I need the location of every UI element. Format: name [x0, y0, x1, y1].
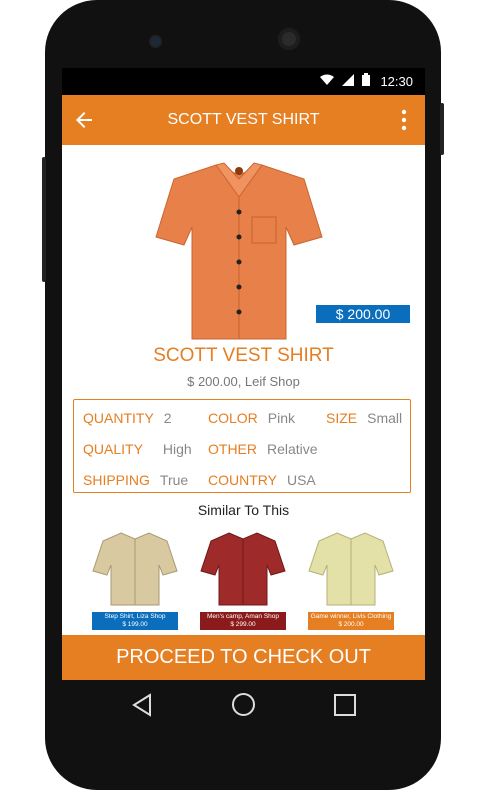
overflow-menu-icon[interactable]	[401, 108, 407, 132]
attr-label: COLOR	[208, 410, 258, 426]
attr-size: SIZE Small	[326, 410, 402, 426]
status-bar: 12:30	[62, 68, 425, 95]
similar-title: Similar To This	[197, 502, 290, 518]
attr-other: OTHER Relative	[208, 441, 318, 457]
attr-quality: QUALITY High	[83, 441, 192, 457]
attr-value: Small	[367, 410, 403, 426]
similar-item-image	[92, 532, 178, 606]
checkout-button[interactable]: PROCEED TO CHECK OUT	[62, 635, 425, 680]
volume-button	[42, 157, 46, 282]
attr-label: SIZE	[326, 410, 358, 426]
attr-value: Relative	[267, 441, 318, 457]
similar-item-caption: Men's camp, Aman Shop $ 299.00	[200, 612, 286, 630]
attr-label: SHIPPING	[83, 472, 150, 488]
front-camera	[151, 37, 160, 46]
attr-label: OTHER	[208, 441, 257, 457]
similar-item-caption: Step Shirt, Liza Shop $ 199.00	[92, 612, 178, 630]
attr-value: USA	[286, 472, 316, 488]
product-subtitle: $ 200.00, Leif Shop	[187, 374, 300, 389]
screen: 12:30 SCOTT VEST SHIRT $ 200.00 SCOTT VE…	[62, 68, 425, 680]
product-image[interactable]	[154, 157, 324, 342]
attr-quantity: QUANTITY 2	[83, 410, 172, 426]
attr-value: 2	[163, 410, 172, 426]
attr-value: Pink	[267, 410, 296, 426]
attr-value: High	[162, 441, 192, 457]
caption-price: $ 199.00	[122, 621, 148, 628]
page-title: SCOTT VEST SHIRT	[167, 111, 320, 128]
attr-label: QUANTITY	[83, 410, 154, 426]
attr-label: QUALITY	[83, 441, 143, 457]
similar-item[interactable]: Step Shirt, Liza Shop $ 199.00	[91, 525, 179, 630]
speaker-grille	[278, 28, 300, 50]
status-time: 12:30	[380, 74, 413, 89]
app-bar: SCOTT VEST SHIRT	[62, 95, 425, 145]
wifi-icon	[320, 74, 334, 85]
similar-item[interactable]: Men's camp, Aman Shop $ 299.00	[199, 525, 287, 630]
attr-country: COUNTRY USA	[208, 472, 316, 488]
nav-back-icon[interactable]	[131, 693, 153, 717]
nav-bar	[62, 680, 425, 728]
signal-icon	[342, 73, 354, 86]
product-detail: $ 200.00 SCOTT VEST SHIRT $ 200.00, Leif…	[62, 145, 425, 635]
caption-title: Step Shirt, Liza Shop	[104, 613, 166, 620]
similar-item[interactable]: Game winner, Livis Clothing $ 200.00	[307, 525, 395, 630]
nav-home-icon[interactable]	[231, 692, 256, 717]
power-button	[440, 103, 444, 155]
similar-item-image	[200, 532, 286, 606]
attr-value: True	[159, 472, 189, 488]
caption-price: $ 299.00	[230, 621, 256, 628]
caption-title: Men's camp, Aman Shop	[206, 613, 280, 620]
attr-color: COLOR Pink	[208, 410, 295, 426]
similar-item-caption: Game winner, Livis Clothing $ 200.00	[308, 612, 394, 630]
attributes-box: QUANTITY 2 COLOR Pink SIZE Small QUALITY Hig…	[73, 399, 411, 493]
nav-recents-icon[interactable]	[334, 694, 356, 716]
caption-price: $ 200.00	[338, 621, 364, 628]
product-name: SCOTT VEST SHIRT	[153, 345, 334, 366]
status-icons	[320, 73, 370, 86]
attr-label: COUNTRY	[208, 472, 277, 488]
battery-icon	[362, 73, 370, 86]
similar-item-image	[308, 532, 394, 606]
attr-shipping: SHIPPING True	[83, 472, 188, 488]
price-badge: $ 200.00	[316, 305, 410, 323]
caption-title: Game winner, Livis Clothing	[310, 613, 392, 620]
